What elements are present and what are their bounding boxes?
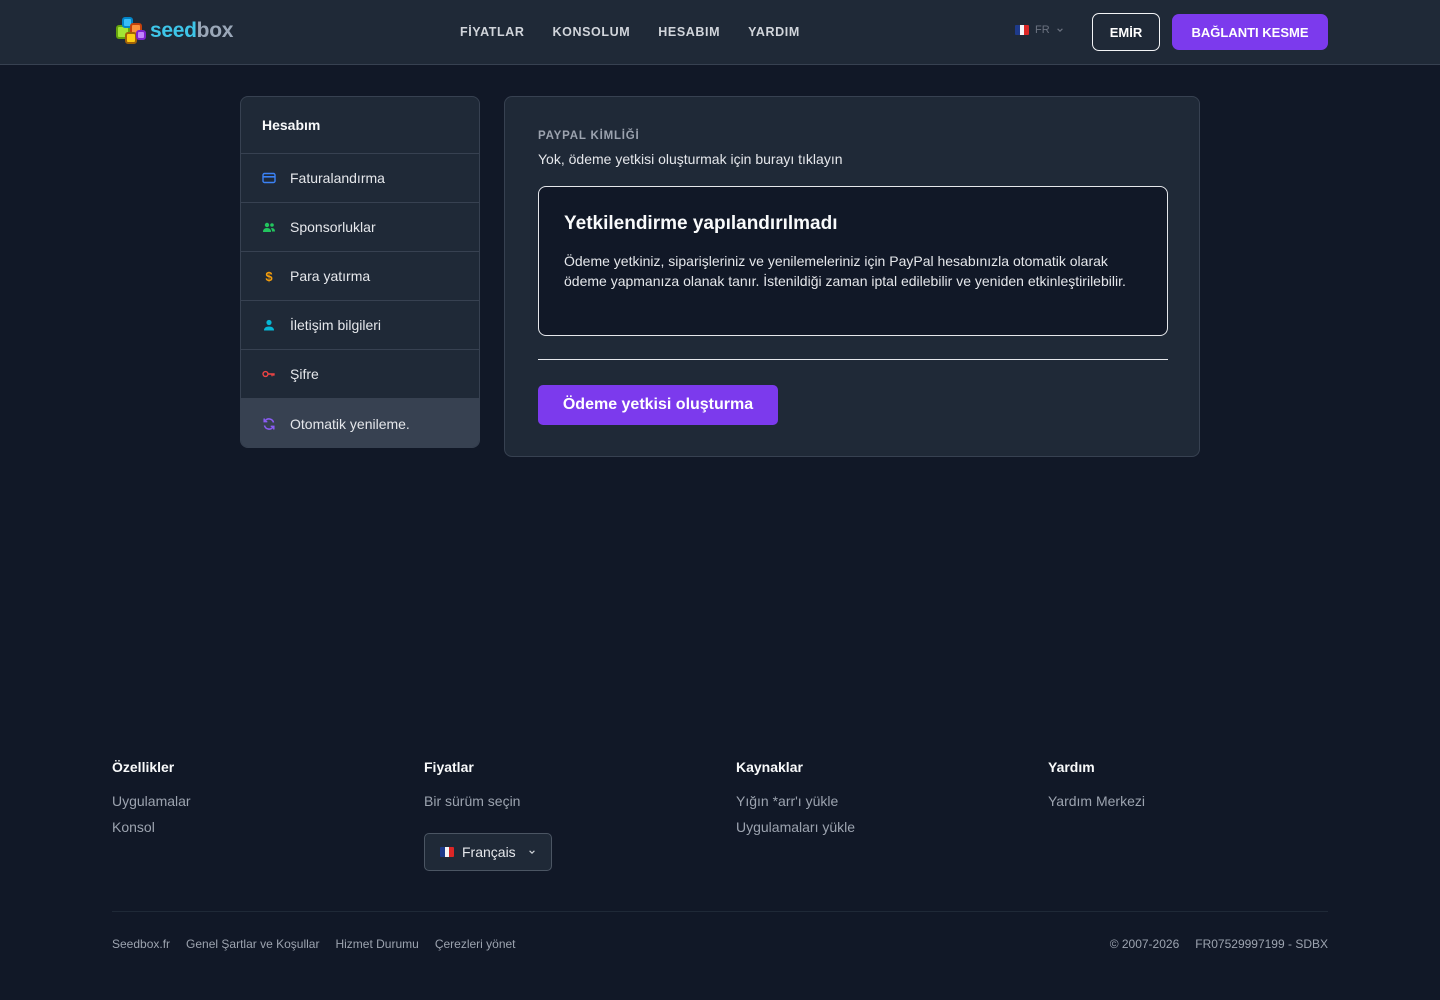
chevron-down-icon: [528, 850, 535, 854]
footer-column-title: Özellikler: [112, 759, 175, 775]
footer-column-title: Fiyatlar: [424, 759, 474, 775]
logo-box-text: box: [196, 19, 234, 42]
sidebar-item-label: Faturalandırma: [290, 170, 385, 186]
sidebar-item-billing[interactable]: Faturalandırma: [241, 154, 479, 203]
footer-link-site[interactable]: Seedbox.fr: [112, 937, 170, 951]
footer-link-install-apps[interactable]: Uygulamaları yükle: [736, 819, 855, 835]
sidebar-item-sponsorships[interactable]: Sponsorluklar: [241, 203, 479, 252]
footer-column-resources: Kaynaklar Yığın *arr'ı yükle Uygulamalar…: [736, 759, 855, 845]
sidebar-item-password[interactable]: Şifre: [241, 350, 479, 399]
footer-column-features: Özellikler Uygulamalar Konsol: [112, 759, 191, 845]
language-code: FR: [1035, 24, 1050, 36]
footer-column-title: Kaynaklar: [736, 759, 803, 775]
sidebar-item-label: Sponsorluklar: [290, 219, 376, 235]
account-sidebar: Hesabım Faturalandırma Sponsorluklar $ P…: [240, 96, 480, 448]
dollar-icon: $: [265, 268, 273, 284]
footer-link-status[interactable]: Hizmet Durumu: [335, 937, 418, 951]
nav-pricing[interactable]: FİYATLAR: [460, 25, 525, 39]
footer-column-help: Yardım Yardım Merkezi: [1048, 759, 1145, 819]
user-icon: [262, 318, 276, 332]
sidebar-item-label: Para yatırma: [290, 268, 371, 284]
seedbox-logo[interactable]: seedbox: [113, 14, 233, 48]
footer-legal: © 2007-2026 FR07529997199 - SDBX: [1110, 937, 1328, 951]
language-switcher[interactable]: FR: [1015, 24, 1064, 36]
create-authorization-button[interactable]: Ödeme yetkisi oluşturma: [538, 385, 778, 425]
nav-console[interactable]: KONSOLUM: [553, 25, 631, 39]
notice-text: Ödeme yetkiniz, siparişleriniz ve yenile…: [564, 253, 1126, 289]
france-flag-icon: [440, 847, 454, 857]
footer-bottom-links: Seedbox.fr Genel Şartlar ve Koşullar Hiz…: [112, 937, 516, 951]
logo-wordmark: seedbox: [150, 19, 233, 43]
paypal-id-value-link[interactable]: Yok, ödeme yetkisi oluşturmak için buray…: [538, 151, 843, 167]
sidebar-item-auto-renewal[interactable]: Otomatik yenileme.: [241, 399, 479, 447]
logo-seed-text: seed: [150, 19, 197, 42]
sidebar-item-label: Şifre: [290, 366, 319, 382]
footer-language-select[interactable]: Français: [424, 833, 552, 871]
divider: [538, 359, 1168, 360]
footer-link-arr-stack[interactable]: Yığın *arr'ı yükle: [736, 793, 855, 809]
footer-link-console[interactable]: Konsol: [112, 819, 191, 835]
footer-link-help-center[interactable]: Yardım Merkezi: [1048, 793, 1145, 809]
sidebar-item-label: İletişim bilgileri: [290, 317, 382, 333]
chevron-down-icon: [1056, 28, 1063, 32]
sidebar-item-contact[interactable]: İletişim bilgileri: [241, 301, 479, 350]
footer-link-terms[interactable]: Genel Şartlar ve Koşullar: [186, 937, 319, 951]
users-icon: [262, 220, 276, 234]
paypal-id-label: PAYPAL KİMLİĞİ: [538, 130, 640, 142]
copyright-text: © 2007-2026: [1109, 937, 1180, 951]
refresh-icon: [262, 417, 276, 431]
user-account-button[interactable]: EMİR: [1092, 13, 1160, 51]
company-id-text: FR07529997199 - SDBX: [1195, 937, 1328, 951]
authorization-notice: Yetkilendirme yapılandırılmadı Ödeme yet…: [538, 186, 1168, 336]
footer-link-apps[interactable]: Uygulamalar: [112, 793, 191, 809]
footer-column-title: Yardım: [1048, 759, 1095, 775]
logo-cubes-icon: [113, 14, 149, 48]
main-nav: FİYATLAR KONSOLUM HESABIM YARDIM: [460, 0, 800, 64]
footer-link-choose-version[interactable]: Bir sürüm seçin: [424, 793, 520, 809]
language-select-value: Français: [462, 844, 516, 860]
key-icon: [262, 367, 276, 381]
sidebar-item-deposit[interactable]: $ Para yatırma: [241, 252, 479, 301]
notice-title: Yetkilendirme yapılandırılmadı: [564, 213, 838, 234]
logout-button[interactable]: BAĞLANTI KESME: [1172, 14, 1328, 50]
top-header: seedbox FİYATLAR KONSOLUM HESABIM YARDIM…: [0, 0, 1440, 65]
auto-renewal-panel: PAYPAL KİMLİĞİ Yok, ödeme yetkisi oluştu…: [504, 96, 1200, 457]
footer-column-pricing: Fiyatlar Bir sürüm seçin: [424, 759, 520, 819]
sidebar-title: Hesabım: [241, 97, 479, 154]
footer-divider: [112, 911, 1328, 912]
nav-account[interactable]: HESABIM: [658, 25, 720, 39]
france-flag-icon: [1015, 25, 1029, 35]
nav-help[interactable]: YARDIM: [748, 25, 800, 39]
footer-link-cookies[interactable]: Çerezleri yönet: [435, 937, 516, 951]
credit-card-icon: [262, 171, 276, 185]
sidebar-item-label: Otomatik yenileme.: [290, 415, 410, 432]
